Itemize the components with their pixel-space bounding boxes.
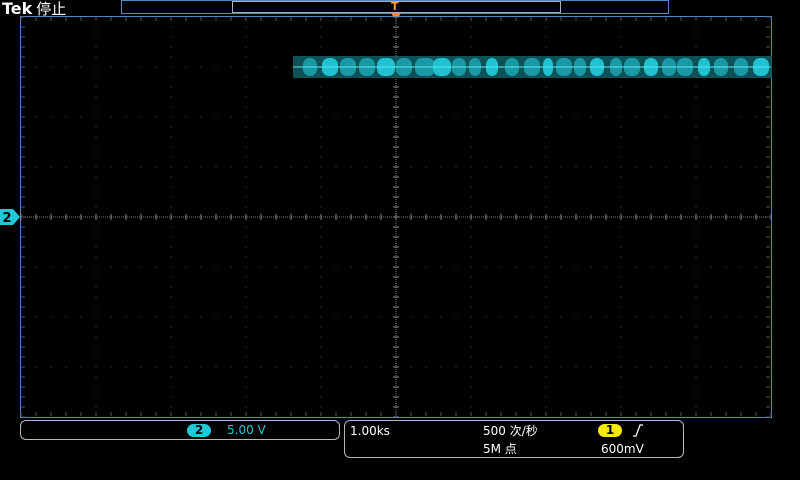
time-scale-value: 1.00ks bbox=[350, 424, 390, 438]
channel2-waveform bbox=[293, 56, 772, 78]
trigger-position-label: T bbox=[391, 0, 399, 13]
sample-rate-value: 500 次/秒 bbox=[483, 424, 538, 438]
channel2-ground-marker[interactable]: 2 bbox=[0, 208, 20, 226]
channel2-badge[interactable]: 2 bbox=[187, 424, 211, 437]
trigger-level-value: 600mV bbox=[601, 442, 644, 456]
rising-edge-icon bbox=[633, 424, 643, 437]
channel2-marker-label: 2 bbox=[2, 211, 11, 226]
horizontal-trigger-panel[interactable]: 1.00ks 500 次/秒 5M 点 1 600mV bbox=[344, 420, 684, 458]
record-length-value: 5M 点 bbox=[483, 442, 517, 456]
trigger-source-badge[interactable]: 1 bbox=[598, 424, 622, 437]
waveform-display[interactable] bbox=[20, 16, 772, 418]
channel2-scale-value: 5.00 V bbox=[227, 423, 266, 437]
vertical-settings-panel[interactable]: 2 5.00 V bbox=[20, 420, 340, 440]
